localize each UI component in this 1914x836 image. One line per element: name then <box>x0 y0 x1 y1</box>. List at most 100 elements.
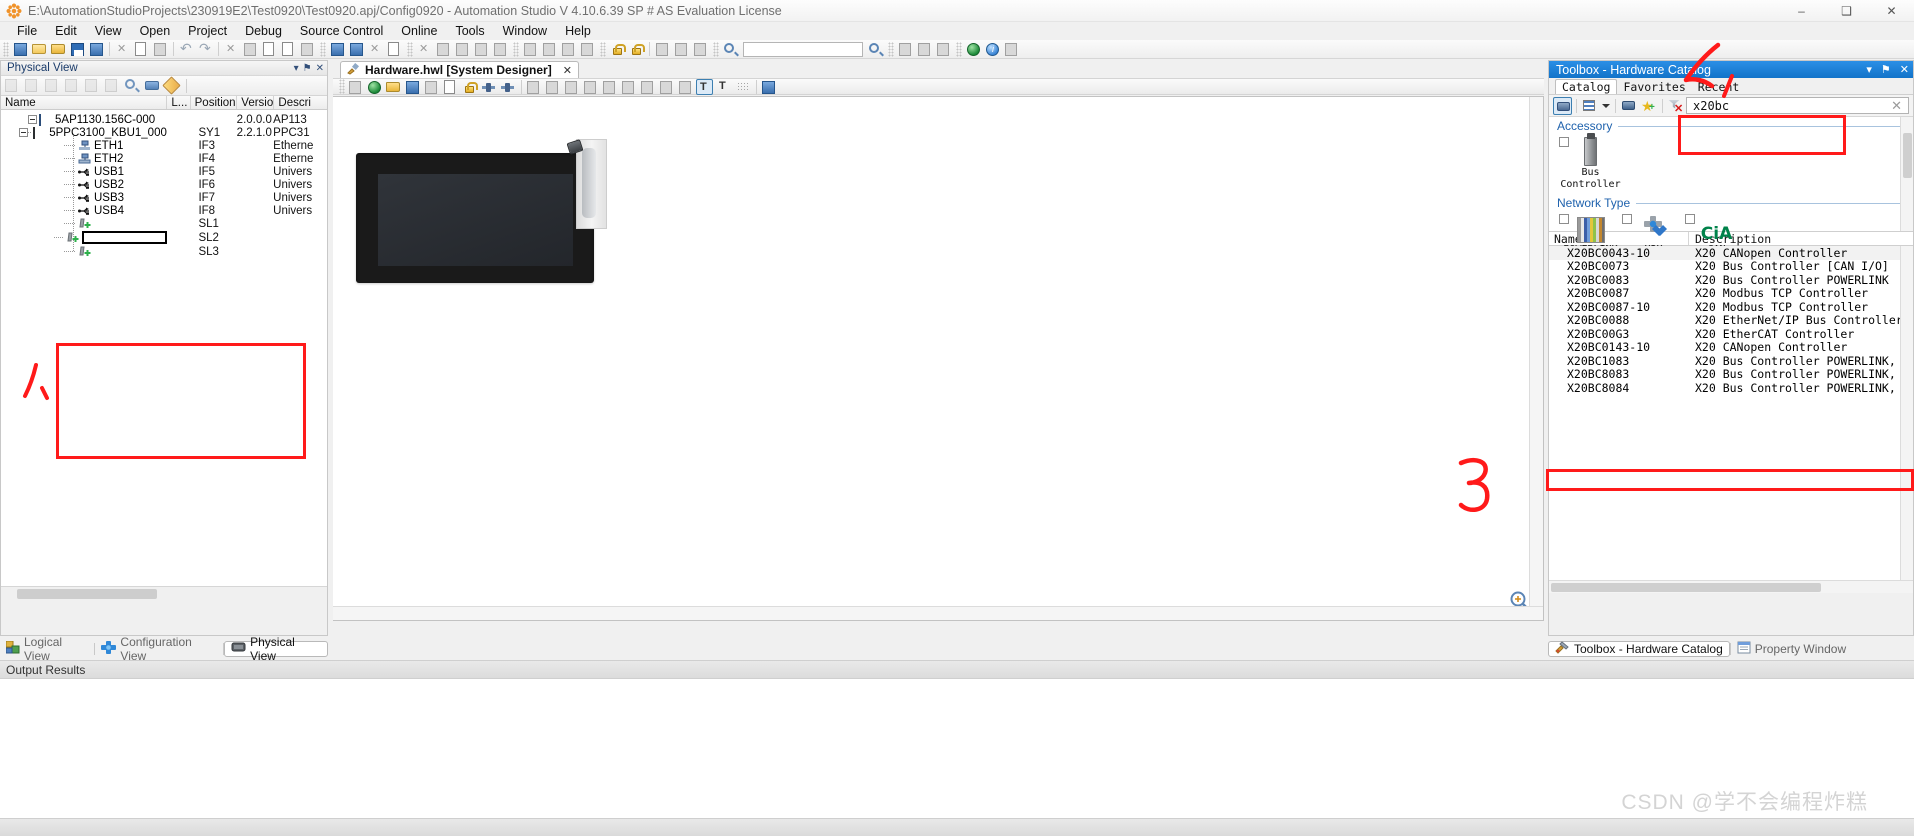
debug-stop-icon[interactable] <box>416 41 433 58</box>
online-settings-icon[interactable] <box>348 41 365 58</box>
table-row[interactable]: SL2 <box>1 230 327 245</box>
menu-open[interactable]: Open <box>131 23 180 39</box>
maximize-button[interactable]: ❑ <box>1824 0 1869 22</box>
compile-icon[interactable] <box>299 41 316 58</box>
next-bookmark-icon[interactable] <box>916 41 933 58</box>
hmi-side-module[interactable] <box>576 139 607 229</box>
table-row[interactable]: 5PPC3100_KBU1_000 SY1 2.2.1.0 PPC31 <box>1 126 327 139</box>
lock-icon[interactable] <box>609 41 626 58</box>
redo-icon[interactable] <box>197 40 214 58</box>
hscrollbar-thumb[interactable] <box>17 589 157 599</box>
watch-icon[interactable] <box>492 41 509 58</box>
menu-window[interactable]: Window <box>494 23 556 39</box>
auto-arrange-icon[interactable] <box>677 79 694 95</box>
build-icon[interactable] <box>242 41 259 58</box>
list-item[interactable]: X20BC00G3 X20 EtherCAT Controller <box>1549 327 1913 341</box>
table-row[interactable]: USB1 IF5 Univers <box>1 165 327 178</box>
system-designer-canvas[interactable] <box>332 96 1544 621</box>
clear-bookmarks-icon[interactable] <box>935 41 952 58</box>
menu-project[interactable]: Project <box>179 23 236 39</box>
table-row[interactable]: ETH1 IF3 Etherne <box>1 139 327 152</box>
align-top-icon[interactable] <box>692 41 709 58</box>
close-button[interactable]: ✕ <box>1869 0 1914 22</box>
filter-checkbox[interactable] <box>1622 214 1632 224</box>
table-row[interactable]: USB2 IF6 Univers <box>1 178 327 191</box>
transfer-icon[interactable] <box>280 41 297 58</box>
list-item[interactable]: X20BC0043-10 X20 CANopen Controller <box>1549 246 1913 260</box>
canvas-hscrollbar[interactable] <box>333 606 1543 620</box>
find-next-icon[interactable] <box>867 41 884 58</box>
tab-logical-view[interactable]: Logical View <box>0 635 94 663</box>
list-item[interactable]: X20BC0083 X20 Bus Controller POWERLINK <box>1549 273 1913 287</box>
save-all-icon[interactable] <box>88 41 105 58</box>
table-row[interactable]: ETH2 IF4 Etherne <box>1 152 327 165</box>
expander-icon[interactable] <box>19 128 29 137</box>
simulation-icon[interactable] <box>329 41 346 58</box>
list-view-icon[interactable] <box>1580 97 1599 115</box>
column-header-version[interactable]: Version <box>237 96 275 109</box>
editor-toolbar-grip[interactable] <box>339 79 345 94</box>
list-item[interactable]: X20BC0143-10 X20 CANopen Controller <box>1549 340 1913 354</box>
column-header-l[interactable]: L... <box>167 96 191 109</box>
filter-checkbox[interactable] <box>1685 214 1695 224</box>
grid-icon[interactable] <box>734 79 751 95</box>
table-row[interactable]: SL1 <box>1 217 327 230</box>
center-vertical-icon[interactable] <box>620 79 637 95</box>
tab-toolbox-hardware-catalog[interactable]: Toolbox - Hardware Catalog <box>1548 640 1730 657</box>
tab-hardware-hwl[interactable]: Hardware.hwl [System Designer] ✕ <box>340 61 579 78</box>
connect-module-icon[interactable] <box>480 79 497 95</box>
toolbar-grip-7[interactable] <box>888 41 894 57</box>
rebuild-icon[interactable] <box>261 41 278 58</box>
expander-icon[interactable] <box>28 115 37 124</box>
toolbar-grip-8[interactable] <box>956 41 962 57</box>
filters-vscrollbar[interactable] <box>1900 117 1913 231</box>
configuration-icon[interactable] <box>423 79 440 95</box>
open-file-icon[interactable] <box>31 41 48 58</box>
hardware-module-icon[interactable] <box>1619 97 1638 115</box>
chevron-down-icon[interactable] <box>1600 97 1611 115</box>
menu-online[interactable]: Online <box>392 23 446 39</box>
menu-tools[interactable]: Tools <box>446 23 493 39</box>
table-row[interactable]: USB3 IF7 Univers <box>1 191 327 204</box>
add-module-icon[interactable] <box>385 79 402 95</box>
open-config-icon[interactable] <box>43 77 62 95</box>
copy-config-icon[interactable] <box>63 77 82 95</box>
center-horizontal-icon[interactable] <box>601 79 618 95</box>
catalog-hscrollbar-thumb[interactable] <box>1551 583 1821 592</box>
toolbox-dropdown-icon[interactable]: ▾ <box>1866 63 1872 76</box>
monitor-icon[interactable] <box>522 41 539 58</box>
edit-hardware-icon[interactable] <box>162 75 182 95</box>
menu-debug[interactable]: Debug <box>236 23 291 39</box>
catalog-view-icon[interactable] <box>1553 96 1572 115</box>
breakpoint-icon[interactable] <box>473 41 490 58</box>
unlock-icon[interactable] <box>628 41 645 58</box>
profiler-icon[interactable] <box>579 41 596 58</box>
align-right-icon[interactable] <box>673 41 690 58</box>
disconnect-module-icon[interactable] <box>499 79 516 95</box>
toolbar-grip-4[interactable] <box>513 41 519 57</box>
find-icon[interactable] <box>722 41 739 58</box>
properties-icon[interactable] <box>83 77 102 95</box>
align-bottom-edge-icon[interactable] <box>582 79 599 95</box>
toolbar-grip-5[interactable] <box>600 41 606 57</box>
distribute-vertical-icon[interactable] <box>658 79 675 95</box>
tab-catalog[interactable]: Catalog <box>1555 79 1618 94</box>
show-labels-icon[interactable]: T <box>696 78 713 95</box>
open-project-icon[interactable] <box>50 41 67 58</box>
tab-physical-view[interactable]: Physical View <box>224 635 328 663</box>
lock-layout-icon[interactable] <box>461 79 478 95</box>
column-header-position[interactable]: Position <box>191 96 238 109</box>
list-item[interactable]: X20BC0087 X20 Modbus TCP Controller <box>1549 286 1913 300</box>
tab-close-icon[interactable]: ✕ <box>563 64 572 77</box>
catalog-hscrollbar[interactable] <box>1549 580 1913 593</box>
transfer-config-icon[interactable] <box>386 41 403 58</box>
list-item[interactable]: X20BC8084 X20 Bus Controller POWERLINK, … <box>1549 381 1913 395</box>
distribute-horizontal-icon[interactable] <box>639 79 656 95</box>
debug-run-icon[interactable] <box>435 41 452 58</box>
column-header-name[interactable]: Name <box>1 96 168 109</box>
search-hardware-icon[interactable] <box>123 77 142 95</box>
list-item-x20bc1083[interactable]: X20BC1083 X20 Bus Controller POWERLINK, … <box>1549 354 1913 368</box>
delete-icon[interactable] <box>223 41 240 58</box>
open-online-icon[interactable] <box>366 79 383 95</box>
menu-file[interactable]: File <box>8 23 46 39</box>
